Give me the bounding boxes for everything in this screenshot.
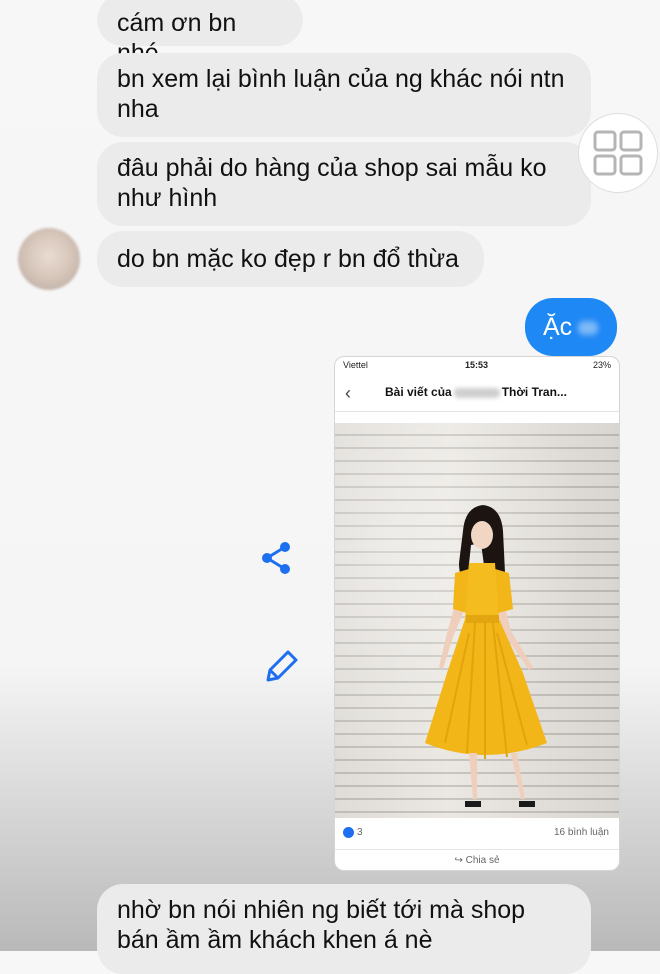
post-header: ‹ Bài viết của Thời Tran... — [335, 377, 619, 412]
message-bubble[interactable]: đâu phải do hàng của shop sai mẫu ko như… — [97, 142, 591, 226]
sent-message-text: Ặc — [543, 313, 573, 341]
message-text: nhờ bn nói nhiên ng biết tới mà shop bán… — [117, 896, 526, 954]
message-bubble[interactable]: bn xem lại bình luận của ng khác nói ntn… — [97, 53, 591, 137]
like-count-value: 3 — [357, 827, 363, 839]
pencil-icon[interactable] — [262, 646, 302, 691]
message-bubble[interactable]: do bn mặc ko đẹp r bn đổ thừa — [97, 231, 484, 287]
clock-label: 15:53 — [465, 360, 489, 370]
battery-label: 23% — [592, 360, 611, 370]
message-bubble[interactable]: cám ơn bn nhé — [97, 0, 303, 67]
gallery-button[interactable] — [578, 113, 658, 193]
share-icon[interactable] — [258, 540, 294, 581]
like-icon — [343, 827, 354, 838]
message-text: do bn mặc ko đẹp r bn đổ thừa — [117, 245, 459, 273]
message-bubble[interactable]: nhờ bn nói nhiên ng biết tới mà shop bán… — [97, 884, 591, 974]
post-title: Bài viết của Thời Tran... — [385, 385, 567, 399]
comment-count[interactable]: 16 bình luận — [554, 827, 609, 838]
share-arrow-icon: ↪ — [454, 855, 466, 866]
back-chevron-icon: ‹ — [345, 383, 351, 403]
contact-avatar[interactable] — [18, 228, 80, 290]
post-title-suffix: Thời Tran... — [501, 385, 567, 399]
share-row[interactable]: ↪ Chia sẻ — [335, 849, 619, 870]
shared-screenshot[interactable]: Viettel 15:53 23% ‹ Bài viết của Thời Tra… — [334, 356, 620, 871]
sent-message-bubble[interactable]: Ặc — [525, 298, 617, 356]
message-text: đâu phải do hàng của shop sai mẫu ko như… — [117, 154, 547, 212]
post-title-prefix: Bài viết của — [385, 385, 452, 399]
share-label: Chia sẻ — [465, 855, 500, 866]
post-stats: 3 16 bình luận — [335, 827, 619, 843]
carrier-label: Viettel — [343, 360, 368, 370]
redacted-text — [453, 387, 500, 398]
redacted-text — [578, 321, 599, 336]
phone-status-bar: Viettel 15:53 23% — [335, 360, 619, 376]
dress-model-illustration — [425, 505, 547, 807]
like-count[interactable]: 3 — [343, 827, 363, 838]
message-text: bn xem lại bình luận của ng khác nói ntn… — [117, 65, 565, 123]
